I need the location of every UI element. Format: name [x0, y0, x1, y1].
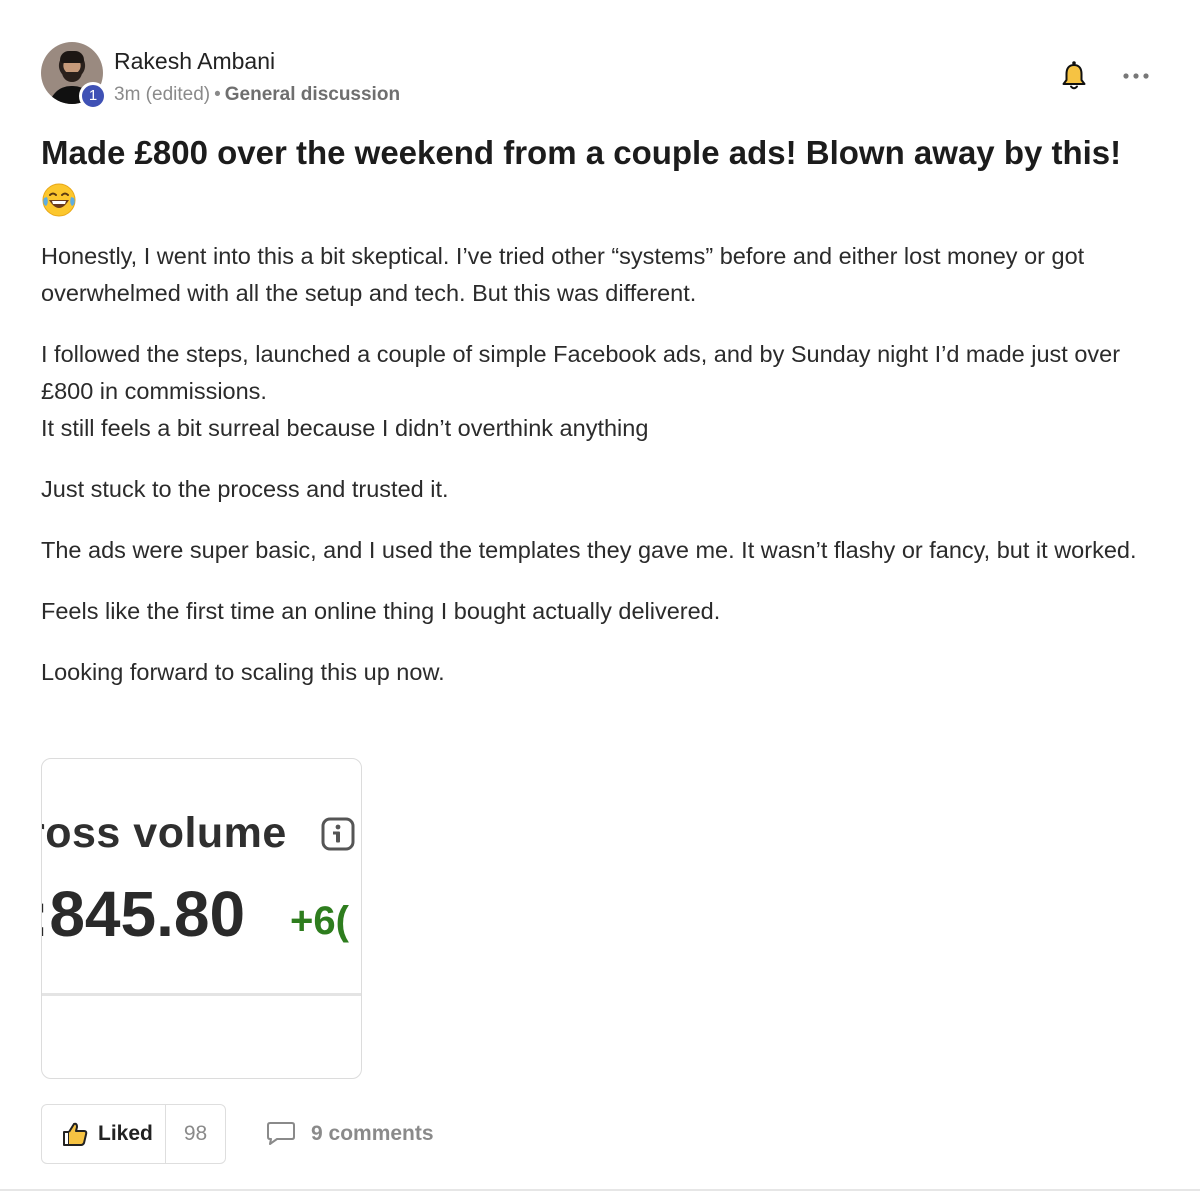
- like-button-group: Liked 98: [41, 1104, 226, 1164]
- post-meta: 3m (edited) • General discussion: [114, 84, 400, 106]
- attachment-change: +6(: [290, 899, 349, 943]
- comment-bubble-icon: [267, 1122, 295, 1145]
- comments-button[interactable]: 9 comments: [266, 1104, 434, 1164]
- info-icon: [321, 817, 355, 851]
- paragraph: The ads were super basic, and I used the…: [41, 537, 1137, 563]
- bell-icon[interactable]: [1060, 60, 1088, 92]
- level-badge: 1: [79, 82, 107, 110]
- more-options-icon[interactable]: [1121, 68, 1151, 84]
- author-avatar[interactable]: 1: [41, 42, 107, 110]
- attachment-amount: :845.80: [41, 878, 246, 950]
- paragraph-line: It still feels a bit surreal because I d…: [41, 415, 649, 441]
- author-name[interactable]: Rakesh Ambani: [114, 48, 275, 75]
- paragraph: Feels like the first time an online thin…: [41, 598, 721, 624]
- post-title: Made £800 over the weekend from a couple…: [41, 134, 1122, 171]
- paragraph-line: I followed the steps, launched a couple …: [41, 341, 1121, 404]
- post-body: Honestly, I went into this a bit skeptic…: [41, 238, 1151, 691]
- attachment-divider: [42, 993, 361, 996]
- paragraph: Just stuck to the process and trusted it…: [41, 476, 449, 502]
- post-actions: Liked 98 9 comments: [41, 1104, 641, 1164]
- like-count[interactable]: 98: [166, 1105, 225, 1163]
- post-header: 1 Rakesh Ambani 3m (edited) • General disc…: [41, 42, 1151, 110]
- meta-separator: •: [214, 84, 221, 105]
- comments-label: 9 comments: [311, 1122, 434, 1145]
- paragraph: Honestly, I went into this a bit skeptic…: [41, 243, 1085, 306]
- thumbs-up-icon: [63, 1122, 88, 1146]
- like-button[interactable]: Liked: [42, 1105, 166, 1163]
- paragraph: I followed the steps, launched a couple …: [41, 336, 1151, 447]
- bottom-divider: [0, 1189, 1200, 1191]
- paragraph: Looking forward to scaling this up now.: [41, 659, 445, 685]
- post-card: 1 Rakesh Ambani 3m (edited) • General disc…: [41, 42, 1151, 1164]
- post-category[interactable]: General discussion: [225, 84, 400, 105]
- laughing-tears-emoji-icon: [42, 183, 76, 217]
- image-attachment[interactable]: ross volume :845.80 +6(: [41, 758, 362, 1079]
- post-time: 3m (edited): [114, 84, 211, 105]
- like-label: Liked: [98, 1122, 153, 1145]
- attachment-label: ross volume: [41, 809, 287, 857]
